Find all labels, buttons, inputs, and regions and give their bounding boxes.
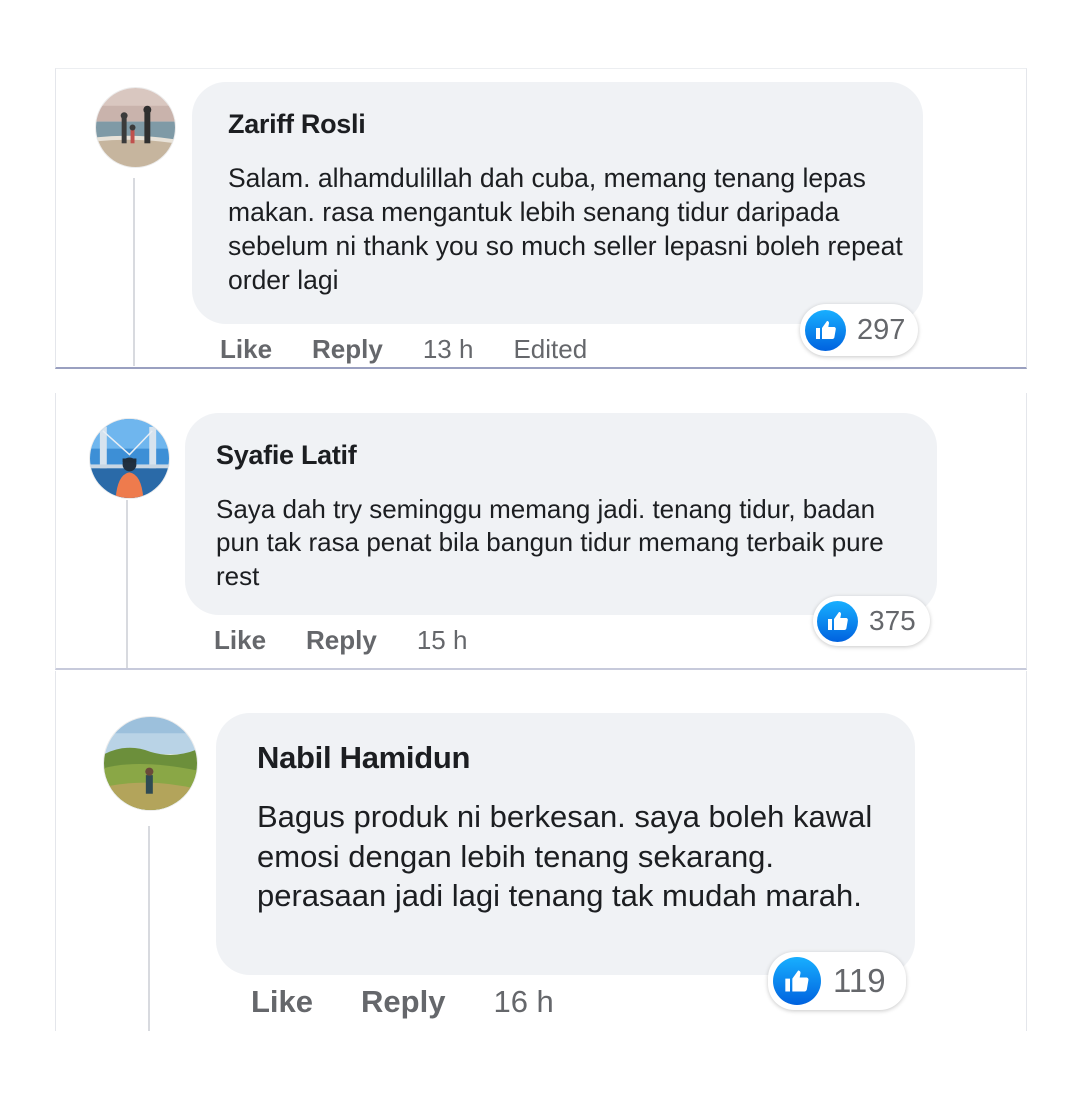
avatar-photo-beach (96, 88, 175, 167)
reply-button[interactable]: Reply (306, 625, 377, 656)
reaction-summary[interactable]: 297 (800, 304, 918, 356)
comment-actions: Like Reply 15 h (214, 625, 467, 656)
like-button[interactable]: Like (214, 625, 266, 656)
comment-author[interactable]: Nabil Hamidun (257, 740, 470, 776)
avatar[interactable] (90, 419, 169, 498)
comment-text: Saya dah try seminggu memang jadi. tenan… (216, 494, 884, 591)
comment-bubble: Zariff Rosli Salam. alhamdulillah dah cu… (192, 82, 923, 324)
comment-author[interactable]: Zariff Rosli (228, 109, 366, 140)
reply-button[interactable]: Reply (361, 984, 445, 1020)
comment-timestamp[interactable]: 15 h (417, 625, 468, 656)
thread-line (148, 826, 150, 1031)
comment-timestamp[interactable]: 16 h (493, 984, 553, 1020)
like-icon (817, 600, 858, 642)
edited-label[interactable]: Edited (513, 334, 587, 365)
comment-author[interactable]: Syafie Latif (216, 440, 357, 471)
comment-actions: Like Reply 16 h (251, 984, 554, 1020)
like-button[interactable]: Like (220, 334, 272, 365)
like-icon (773, 957, 821, 1005)
thread-line (126, 500, 128, 668)
like-icon (805, 309, 846, 351)
reaction-summary[interactable]: 375 (813, 596, 930, 646)
avatar[interactable] (96, 88, 175, 167)
like-button[interactable]: Like (251, 984, 313, 1020)
avatar[interactable] (104, 717, 197, 810)
reaction-count: 375 (869, 605, 916, 636)
comment-text: Bagus produk ni berkesan. saya boleh kaw… (257, 799, 873, 914)
reply-button[interactable]: Reply (312, 334, 383, 365)
reaction-count: 119 (833, 962, 886, 999)
comment-timestamp[interactable]: 13 h (423, 334, 474, 365)
comment-text: Salam. alhamdulillah dah cuba, memang te… (228, 163, 903, 295)
comment-bubble: Nabil Hamidun Bagus produk ni berkesan. … (216, 713, 915, 975)
avatar-photo-hills (104, 717, 197, 810)
avatar-photo-bridge (90, 419, 169, 498)
reaction-summary[interactable]: 119 (768, 952, 906, 1010)
reaction-count: 297 (857, 313, 906, 346)
comment-bubble: Syafie Latif Saya dah try seminggu meman… (185, 413, 937, 615)
comment-actions: Like Reply 13 h Edited (220, 334, 587, 365)
thread-line (133, 178, 135, 366)
